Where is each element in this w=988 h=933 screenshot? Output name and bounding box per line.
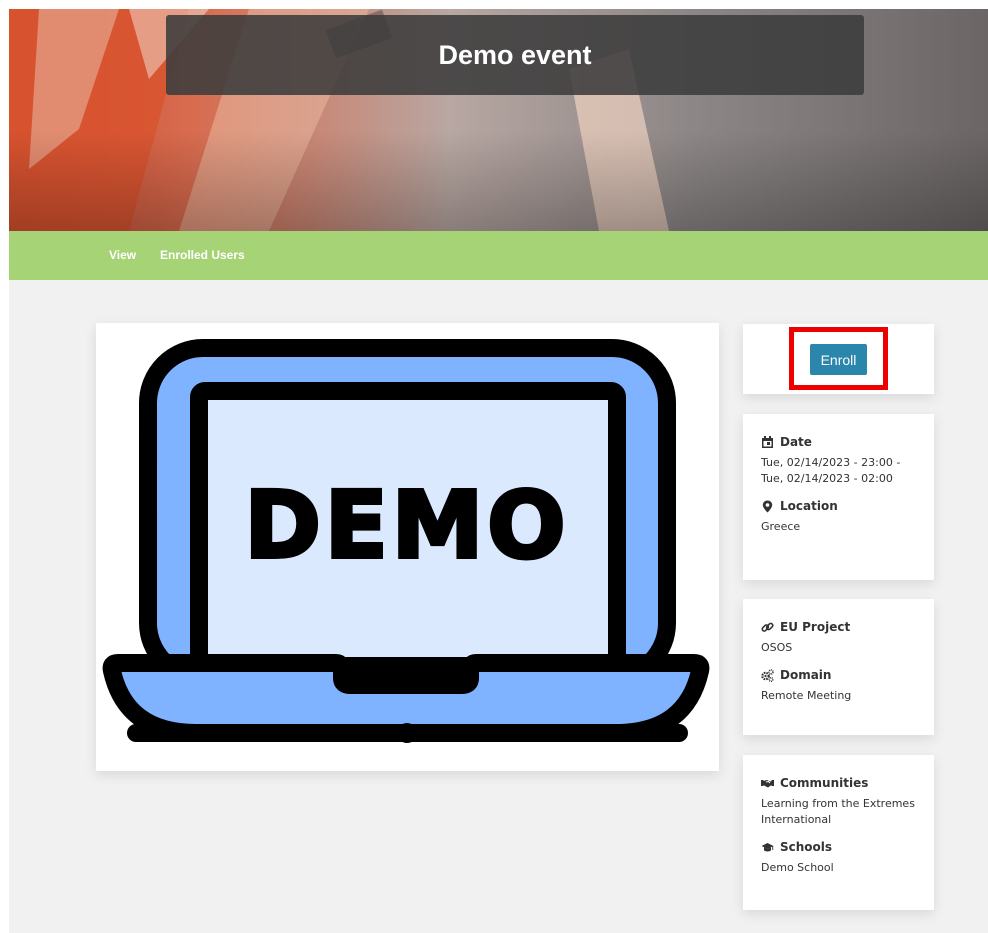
tab-enrolled-users[interactable]: Enrolled Users [160,248,245,262]
tab-view[interactable]: View [109,248,136,262]
project-domain-card: EU Project OSOS Domain Remote Meeting [743,599,934,735]
enroll-card: Enroll [743,324,934,394]
hero-banner: Demo event [9,9,988,231]
enroll-highlight-box [789,327,888,390]
schools-label: Schools [780,840,833,854]
tab-bar: View Enrolled Users [9,231,988,280]
title-box: Demo event [166,15,864,95]
laptop-demo-image: DEMO [102,339,710,743]
link-icon [761,622,774,632]
page: Demo event View Enrolled Users DEMO Enro… [9,9,988,933]
cogs-icon [761,668,774,682]
location-label: Location [780,499,838,513]
location-value: Greece [761,520,801,533]
date-value: Tue, 02/14/2023 - 23:00 - Tue, 02/14/202… [761,456,901,485]
graduation-cap-icon [761,842,774,851]
communities-label: Communities [780,776,869,790]
schools-value: Demo School [761,861,834,874]
eu-project-label: EU Project [780,620,851,634]
date-location-card: Date Tue, 02/14/2023 - 23:00 - Tue, 02/1… [743,414,934,580]
communities-value: Learning from the Extremes International [761,797,915,826]
demo-text: DEMO [245,472,570,579]
handshake-icon [761,779,774,787]
date-label: Date [780,435,812,449]
communities-schools-card: Communities Learning from the Extremes I… [743,755,934,910]
domain-label: Domain [780,668,832,682]
domain-value: Remote Meeting [761,689,852,702]
eu-project-value: OSOS [761,641,793,654]
event-image-card: DEMO [96,323,719,771]
page-title: Demo event [438,39,592,70]
calendar-icon [762,435,773,448]
map-pin-icon [762,500,773,512]
